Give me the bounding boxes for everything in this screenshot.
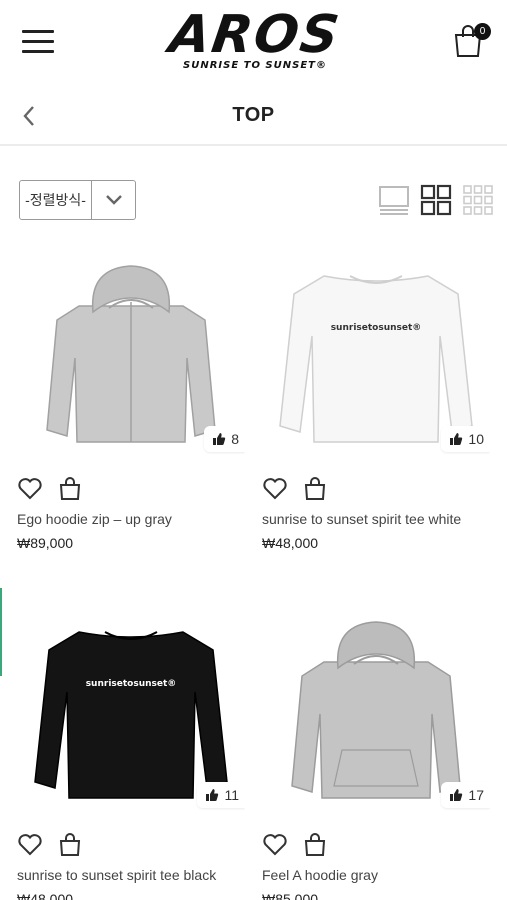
like-count-badge[interactable]: 8 xyxy=(204,426,245,452)
single-column-view-icon xyxy=(379,186,409,215)
chevron-down-icon xyxy=(105,195,122,205)
heart-icon xyxy=(263,478,287,500)
product-image[interactable]: 8 xyxy=(17,246,245,464)
svg-text:sunrisetosunset®: sunrisetosunset® xyxy=(86,679,177,689)
cart-count-badge: 0 xyxy=(474,23,491,40)
product-card[interactable]: sunrisetosunset® 10 sunrise to sunset sp… xyxy=(262,246,490,552)
three-column-grid-icon xyxy=(463,185,493,215)
thumbs-up-icon xyxy=(213,433,226,445)
product-price: ₩48,000 xyxy=(262,535,319,551)
wishlist-button[interactable] xyxy=(17,476,43,502)
shopping-bag-icon xyxy=(304,833,326,856)
add-to-cart-button[interactable] xyxy=(57,476,83,502)
product-image[interactable]: 17 xyxy=(262,602,490,820)
thumbs-up-icon xyxy=(450,433,463,445)
three-column-grid-button[interactable] xyxy=(462,184,494,216)
product-card[interactable]: 8 Ego hoodie zip – up gray ₩89,000 xyxy=(17,246,245,552)
add-to-cart-button[interactable] xyxy=(302,832,328,858)
cart-button[interactable]: 0 xyxy=(452,23,492,60)
product-name[interactable]: Feel A hoodie gray xyxy=(262,866,490,884)
thumbs-up-icon xyxy=(450,789,463,801)
sort-dropdown-button[interactable] xyxy=(92,181,135,219)
product-price: ₩48,000 xyxy=(17,891,74,900)
product-card[interactable]: 17 Feel A hoodie gray ₩85,000 xyxy=(262,602,490,900)
product-name[interactable]: sunrise to sunset spirit tee white xyxy=(262,510,490,528)
shopping-bag-icon xyxy=(59,477,81,500)
product-card[interactable]: sunrisetosunset® 11 sunrise to sunset sp… xyxy=(17,602,245,900)
logo[interactable]: AROS SUNRISE TO SUNSET® xyxy=(150,5,360,78)
product-image[interactable]: sunrisetosunset® 11 xyxy=(17,602,245,820)
like-count-badge[interactable]: 11 xyxy=(197,782,245,808)
add-to-cart-button[interactable] xyxy=(302,476,328,502)
heart-icon xyxy=(18,478,42,500)
product-actions xyxy=(262,832,490,858)
like-count-badge[interactable]: 17 xyxy=(441,782,490,808)
product-name[interactable]: sunrise to sunset spirit tee black xyxy=(17,866,245,884)
header: AROS SUNRISE TO SUNSET® 0 xyxy=(0,0,507,90)
add-to-cart-button[interactable] xyxy=(57,832,83,858)
product-price: ₩89,000 xyxy=(17,535,74,551)
page-title: TOP xyxy=(232,104,275,126)
like-count: 11 xyxy=(224,787,239,803)
product-actions xyxy=(262,476,490,502)
product-actions xyxy=(17,476,245,502)
product-image[interactable]: sunrisetosunset® 10 xyxy=(262,246,490,464)
scroll-indicator xyxy=(0,588,2,676)
svg-text:sunrisetosunset®: sunrisetosunset® xyxy=(331,323,422,333)
single-column-view-button[interactable] xyxy=(378,184,410,216)
two-column-grid-icon xyxy=(420,184,452,216)
hamburger-icon[interactable] xyxy=(22,30,54,54)
like-count: 8 xyxy=(231,431,239,447)
view-toggle-group xyxy=(378,184,494,216)
product-name[interactable]: Ego hoodie zip – up gray xyxy=(17,510,245,528)
sort-select[interactable]: -정렬방식- xyxy=(19,180,136,220)
logo-wordmark: AROS xyxy=(165,5,345,65)
like-count: 17 xyxy=(468,787,484,803)
like-count-badge[interactable]: 10 xyxy=(441,426,490,452)
wishlist-button[interactable] xyxy=(17,832,43,858)
heart-icon xyxy=(263,834,287,856)
shopping-bag-icon xyxy=(59,833,81,856)
shopping-bag-icon xyxy=(304,477,326,500)
thumbs-up-icon xyxy=(206,789,219,801)
title-bar: TOP xyxy=(0,90,507,146)
like-count: 10 xyxy=(468,431,484,447)
wishlist-button[interactable] xyxy=(262,832,288,858)
product-actions xyxy=(17,832,245,858)
heart-icon xyxy=(18,834,42,856)
wishlist-button[interactable] xyxy=(262,476,288,502)
sort-label: -정렬방식- xyxy=(20,181,92,219)
two-column-grid-button[interactable] xyxy=(420,184,452,216)
product-price: ₩85,000 xyxy=(262,891,319,900)
